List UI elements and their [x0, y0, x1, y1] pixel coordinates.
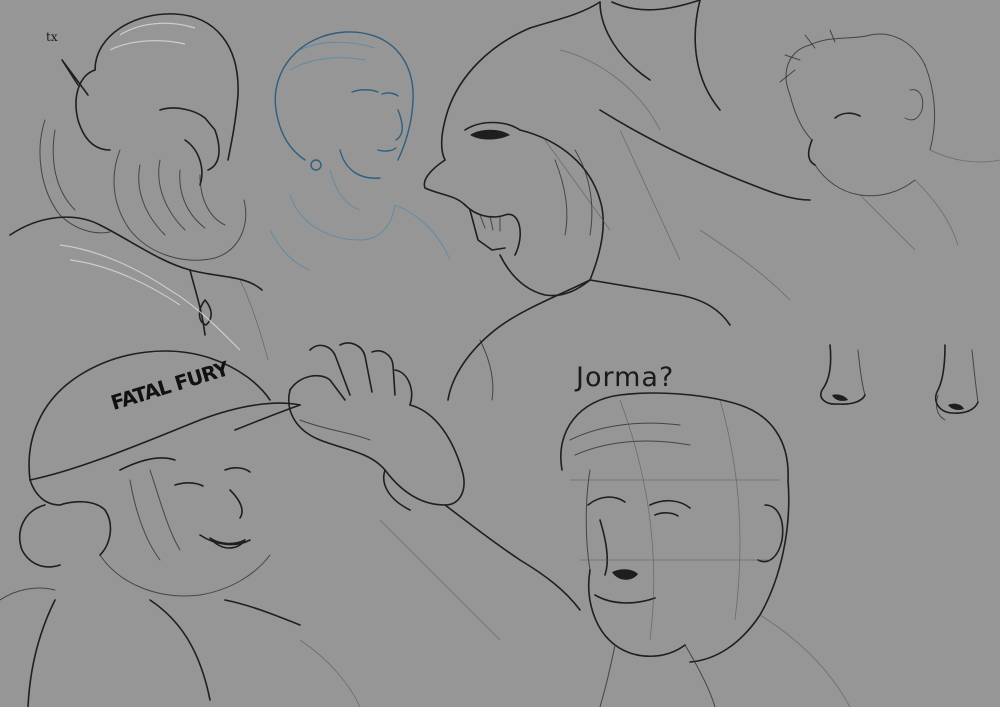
bearded-elf-man-sketch: [9, 13, 269, 361]
jorma-caption: Jorma?: [576, 362, 675, 393]
sketch-sheet: Jorma? tx FATAL FURY: [0, 0, 1000, 707]
jorma-head-study-sketch: [560, 392, 851, 707]
cap-wearing-fighter-sketch: [0, 342, 581, 707]
sketch-artwork: [0, 0, 1000, 707]
masked-wolverine-sketch: [423, 0, 811, 401]
bob-haired-woman-sketch: [269, 31, 451, 271]
artist-signature: tx: [46, 30, 58, 44]
nose-studies-sketch: [820, 344, 979, 421]
young-man-profile-sketch: [779, 29, 1000, 251]
